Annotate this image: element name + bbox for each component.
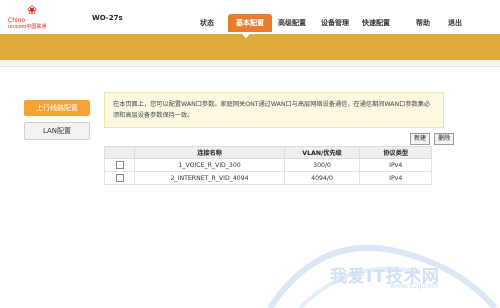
- table-header-row: 连接名称 VLAN/优先级 协议类型: [103, 146, 432, 159]
- watermark-url: www.52ij.com: [390, 282, 439, 290]
- nav-basic-config[interactable]: 基本配置: [228, 14, 272, 32]
- wan-connection-table: 连接名称 VLAN/优先级 协议类型 1_VOICE_R_VID_300 300…: [103, 146, 432, 185]
- row-select-cell: [103, 158, 136, 172]
- connection-name[interactable]: 2_INTERNET_R_VID_4094: [134, 171, 285, 185]
- new-button[interactable]: 新建: [410, 133, 431, 145]
- table-row[interactable]: 2_INTERNET_R_VID_4094 4094/0 IPv4: [103, 171, 432, 185]
- vlan-priority: 4094/0: [283, 171, 361, 185]
- sidebar: 上行线路配置 LAN配置: [24, 100, 90, 146]
- logo-text-cn: Chino: [8, 17, 26, 24]
- sidebar-item-lan-config[interactable]: LAN配置: [24, 122, 90, 140]
- delete-button[interactable]: 删除: [434, 133, 455, 145]
- nav-advanced-config[interactable]: 高级配置: [274, 15, 310, 31]
- nav-help[interactable]: 帮助: [412, 15, 434, 31]
- column-header-vlan: VLAN/优先级: [283, 146, 361, 159]
- column-header-connection-name: 连接名称: [134, 146, 285, 159]
- protocol-type: IPv4: [359, 171, 432, 185]
- column-header-protocol: 协议类型: [359, 146, 432, 159]
- column-header-select: [103, 146, 136, 159]
- sidebar-item-uplink-config[interactable]: 上行线路配置: [24, 100, 90, 116]
- active-tab-arrow-icon: [241, 33, 251, 38]
- row-checkbox[interactable]: [115, 174, 124, 182]
- main-nav: 状态 基本配置 高级配置 设备管理 快速配置 帮助 退出: [190, 12, 500, 34]
- header: ❀ Chino unicom中国联通 WO-27s 状态 基本配置 高级配置 设…: [0, 0, 500, 34]
- logo-text-en: unicom中国联通: [8, 24, 47, 30]
- row-checkbox[interactable]: [115, 161, 124, 169]
- nav-device-management[interactable]: 设备管理: [317, 15, 353, 31]
- connection-name[interactable]: 1_VOICE_R_VID_300: [134, 158, 285, 172]
- nav-status[interactable]: 状态: [195, 15, 219, 31]
- table-row[interactable]: 1_VOICE_R_VID_300 300/0 IPv4: [103, 158, 432, 172]
- nav-logout[interactable]: 退出: [444, 15, 466, 31]
- nav-quick-config[interactable]: 快速配置: [358, 15, 394, 31]
- info-notice: 在本页面上，您可以配置WAN口参数。家庭网关ONT通过WAN口与高层网络设备通信…: [104, 92, 444, 128]
- table-toolbar: 新建 删除: [408, 133, 455, 145]
- row-select-cell: [103, 171, 136, 185]
- content-top-stripe: [0, 60, 500, 67]
- device-model: WO-27s: [92, 14, 123, 22]
- vlan-priority: 300/0: [283, 158, 361, 172]
- protocol-type: IPv4: [359, 158, 432, 172]
- unicom-logo: ❀ Chino unicom中国联通: [7, 4, 67, 32]
- unicom-knot-icon: ❀: [27, 3, 38, 17]
